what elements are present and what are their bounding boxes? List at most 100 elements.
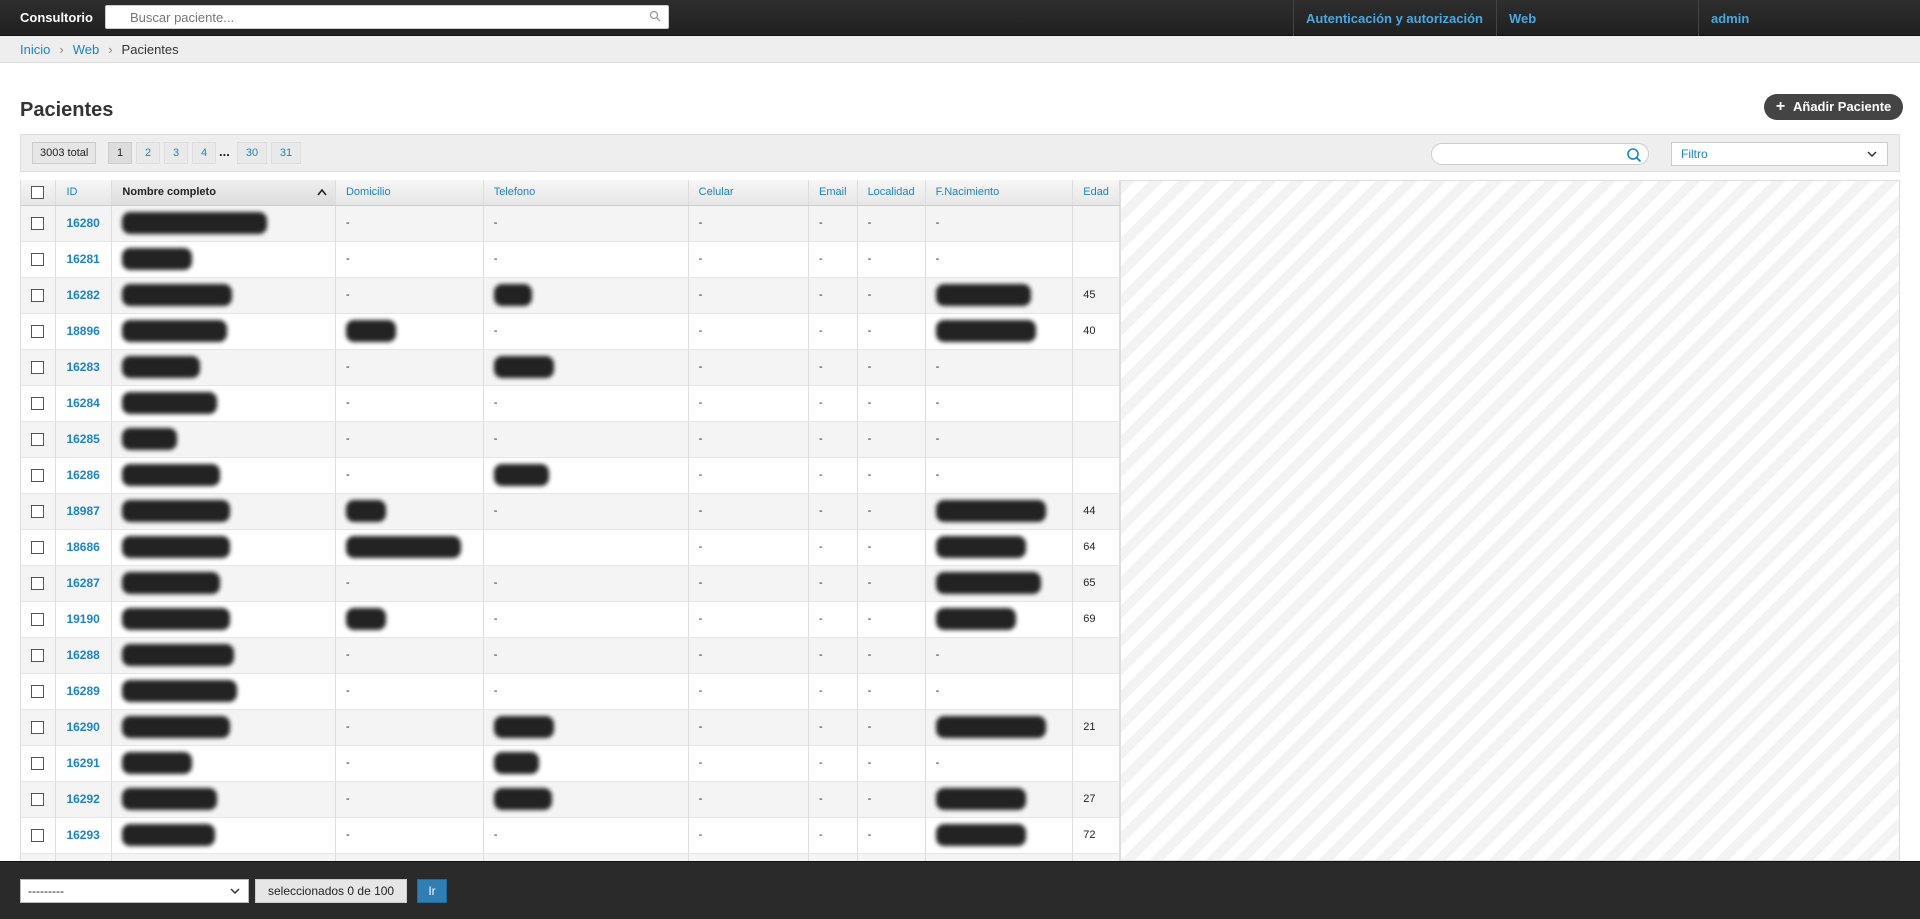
patient-id-link[interactable]: 16281: [66, 252, 99, 266]
patient-id-link[interactable]: 16292: [66, 792, 99, 806]
cell-nombre: [111, 745, 336, 782]
row-checkbox[interactable]: [31, 432, 44, 446]
filter-dropdown[interactable]: Filtro: [1671, 142, 1888, 166]
table-row[interactable]: [21, 853, 1120, 861]
search-icon[interactable]: [649, 10, 661, 22]
col-domicilio[interactable]: Domicilio: [335, 180, 484, 206]
patient-id-link[interactable]: 16280: [66, 216, 99, 230]
row-checkbox[interactable]: [31, 648, 44, 662]
table-row[interactable]: 16283- - - - -: [21, 349, 1120, 386]
row-checkbox[interactable]: [31, 288, 44, 302]
nav-auth[interactable]: Autenticación y autorización: [1293, 0, 1496, 36]
table-row[interactable]: 16293- - - - -72: [21, 817, 1120, 854]
cell-celular: -: [688, 781, 810, 818]
cell-telefono: [483, 781, 689, 818]
row-checkbox[interactable]: [31, 216, 44, 230]
patient-id-link[interactable]: 16288: [66, 648, 99, 662]
patient-id-link[interactable]: 16291: [66, 756, 99, 770]
page-link-2[interactable]: 2: [136, 142, 160, 164]
table-row[interactable]: 16281- - - - - -: [21, 241, 1120, 278]
patient-id-link[interactable]: 16286: [66, 468, 99, 482]
patient-id-link[interactable]: 16287: [66, 576, 99, 590]
table-row[interactable]: 18896- - - -40: [21, 313, 1120, 350]
breadcrumb-web[interactable]: Web: [73, 42, 100, 57]
cell-localidad: -: [857, 241, 926, 278]
row-checkbox[interactable]: [31, 684, 44, 698]
patient-id-link[interactable]: 16284: [66, 396, 99, 410]
patient-id-link[interactable]: 18686: [66, 540, 99, 554]
patient-search[interactable]: [105, 5, 669, 29]
search-icon[interactable]: [1626, 147, 1642, 163]
sort-up-icon[interactable]: [317, 188, 327, 196]
patients-table: ID Nombre completo Domicilio Telefono Ce…: [21, 180, 1120, 861]
table-search-input[interactable]: [1431, 143, 1649, 165]
patient-id-link[interactable]: 16285: [66, 432, 99, 446]
table-row[interactable]: 16287- - - - -65: [21, 565, 1120, 602]
nav-web-label[interactable]: Web: [1509, 11, 1536, 26]
col-nacimiento[interactable]: F.Nacimiento: [925, 180, 1074, 206]
col-nombre-label[interactable]: Nombre completo: [122, 186, 216, 198]
nav-web[interactable]: Web: [1496, 0, 1698, 36]
row-checkbox[interactable]: [31, 396, 44, 410]
patient-id-link[interactable]: 19190: [66, 612, 99, 626]
go-button[interactable]: Ir: [417, 879, 447, 903]
col-telefono[interactable]: Telefono: [483, 180, 689, 206]
row-checkbox[interactable]: [31, 576, 44, 590]
row-checkbox[interactable]: [31, 360, 44, 374]
cell-localidad: -: [857, 205, 926, 242]
breadcrumb-inicio[interactable]: Inicio: [20, 42, 50, 57]
row-checkbox[interactable]: [31, 324, 44, 338]
patient-id-link[interactable]: 16289: [66, 684, 99, 698]
table-row[interactable]: 16286- - - - -: [21, 457, 1120, 494]
cell-domicilio: [335, 853, 484, 861]
row-checkbox[interactable]: [31, 720, 44, 734]
row-checkbox[interactable]: [31, 468, 44, 482]
table-row[interactable]: 16285- - - - - -: [21, 421, 1120, 458]
row-checkbox[interactable]: [31, 612, 44, 626]
add-patient-button[interactable]: + Añadir Paciente: [1764, 94, 1904, 120]
row-checkbox[interactable]: [31, 252, 44, 266]
select-all-checkbox[interactable]: [31, 185, 44, 199]
row-checkbox[interactable]: [31, 540, 44, 554]
page-link-31[interactable]: 31: [271, 142, 301, 164]
patient-id-link[interactable]: 18987: [66, 504, 99, 518]
row-checkbox[interactable]: [31, 756, 44, 770]
nav-auth-label[interactable]: Autenticación y autorización: [1306, 11, 1483, 26]
table-row[interactable]: 16290- - - -21: [21, 709, 1120, 746]
brand-logo[interactable]: Consultorio: [20, 10, 93, 25]
bulk-action-select[interactable]: ---------: [20, 879, 249, 903]
col-id[interactable]: ID: [55, 180, 113, 206]
row-checkbox[interactable]: [31, 504, 44, 518]
table-row[interactable]: 16282- - - -45: [21, 277, 1120, 314]
patient-id-link[interactable]: 16283: [66, 360, 99, 374]
page-link-3[interactable]: 3: [164, 142, 188, 164]
nav-admin-label[interactable]: admin: [1711, 11, 1749, 26]
table-row[interactable]: 18686- - -64: [21, 529, 1120, 566]
page-link-4[interactable]: 4: [192, 142, 216, 164]
table-row[interactable]: 18987- - - -44: [21, 493, 1120, 530]
patient-id-link[interactable]: 16293: [66, 828, 99, 842]
page-link-30[interactable]: 30: [237, 142, 267, 164]
col-localidad[interactable]: Localidad: [857, 180, 926, 206]
redacted-text: [935, 572, 1041, 594]
patient-id-link[interactable]: 16282: [66, 288, 99, 302]
table-row[interactable]: 16280- - - - - -: [21, 205, 1120, 242]
patient-id-link[interactable]: 16290: [66, 720, 99, 734]
table-row[interactable]: 16284- - - - - -: [21, 385, 1120, 422]
nav-admin[interactable]: admin: [1698, 0, 1920, 36]
page-link-1[interactable]: 1: [108, 142, 132, 164]
table-row[interactable]: 16292- - - -27: [21, 781, 1120, 818]
table-row[interactable]: 16288- - - - - -: [21, 637, 1120, 674]
col-nombre[interactable]: Nombre completo: [111, 180, 336, 206]
col-celular[interactable]: Celular: [688, 180, 810, 206]
table-row[interactable]: 19190- - - -69: [21, 601, 1120, 638]
patient-id-link[interactable]: 18896: [66, 324, 99, 338]
table-row[interactable]: 16291- - - - -: [21, 745, 1120, 782]
row-checkbox[interactable]: [31, 792, 44, 806]
cell-localidad: -: [857, 565, 926, 602]
cell-edad: 65: [1072, 565, 1120, 602]
row-checkbox[interactable]: [31, 828, 44, 842]
table-row[interactable]: 16289- - - - - -: [21, 673, 1120, 710]
col-email[interactable]: Email: [808, 180, 858, 206]
patient-search-input[interactable]: [130, 6, 650, 28]
